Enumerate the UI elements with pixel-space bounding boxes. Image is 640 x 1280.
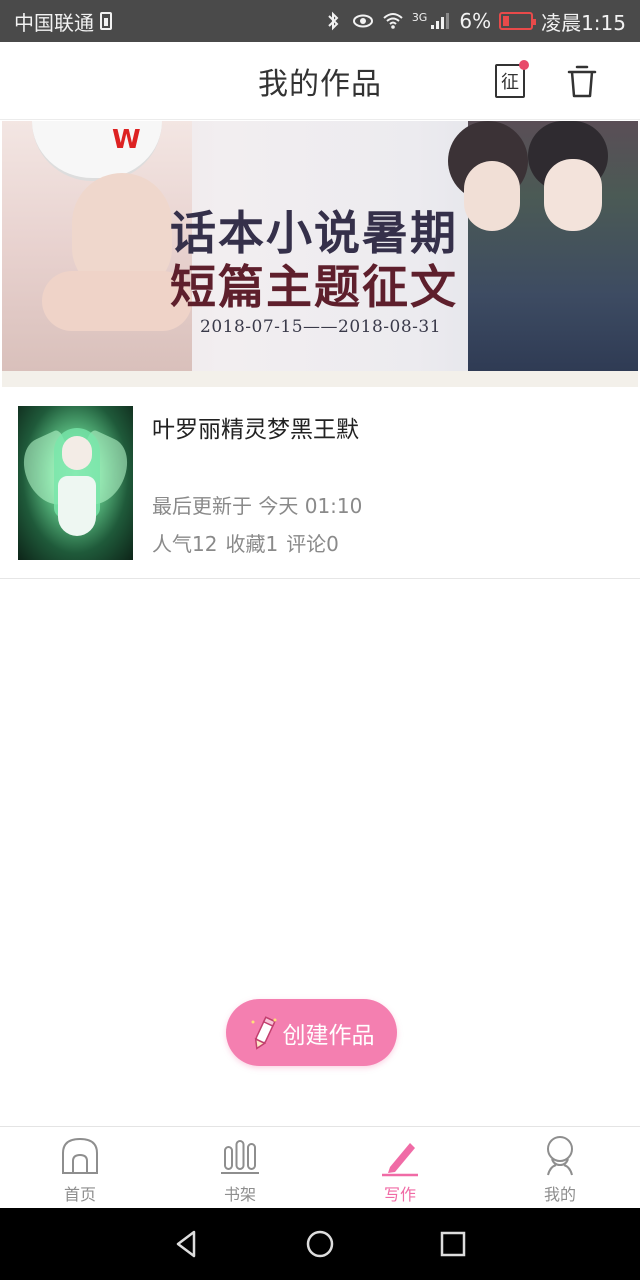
bookshelf-icon <box>221 1140 259 1174</box>
work-cover[interactable] <box>18 406 133 560</box>
contest-icon: 征 <box>495 60 529 98</box>
banner-date-range: 2018-07-15——2018-08-31 <box>200 317 442 337</box>
trash-button[interactable] <box>564 62 600 100</box>
create-work-button[interactable]: 创建作品 <box>226 999 397 1066</box>
carrier-name: 中国联通 <box>14 10 94 35</box>
create-work-label: 创建作品 <box>282 1022 375 1049</box>
write-pencil-icon <box>382 1143 418 1177</box>
work-popularity: 人气12 <box>152 532 218 556</box>
work-list-item[interactable]: 叶罗丽精灵梦黑王默 最后更新于 今天 01:10 人气12 收藏1 评论0 <box>0 388 640 579</box>
banner-subtitle: 短篇主题征文 <box>170 260 458 314</box>
tab-home[interactable]: 首页 <box>0 1127 160 1208</box>
battery-icon <box>499 12 537 30</box>
tab-write-label: 写作 <box>383 1185 416 1204</box>
banner-divider <box>2 371 638 387</box>
tab-profile-label: 我的 <box>543 1185 576 1204</box>
system-nav-bar <box>0 1208 640 1280</box>
home-circle-icon[interactable] <box>305 1229 335 1259</box>
back-icon[interactable] <box>172 1229 202 1259</box>
tab-home-label: 首页 <box>63 1185 96 1204</box>
work-title: 叶罗丽精灵梦黑王默 <box>152 417 359 443</box>
profile-icon <box>547 1136 573 1176</box>
bottom-tab-bar: 首页 书架 写作 我的 <box>0 1126 640 1208</box>
bluetooth-icon <box>328 11 339 31</box>
work-last-updated: 最后更新于 今天 01:10 <box>152 494 363 518</box>
wifi-icon <box>383 13 403 29</box>
sim-alert-icon <box>100 12 112 30</box>
tab-write[interactable]: 写作 <box>320 1127 480 1208</box>
status-bar: 中国联通 3G 6% 凌晨1:15 <box>0 0 640 42</box>
cover-face <box>62 436 92 470</box>
cover-dress <box>58 476 96 536</box>
pencil-icon <box>251 1015 276 1050</box>
clock: 凌晨1:15 <box>541 10 626 35</box>
banner-illustration-face <box>464 161 520 231</box>
cell-signal-icon <box>431 13 450 29</box>
network-type: 3G <box>411 10 428 24</box>
notification-dot <box>519 60 529 70</box>
contest-banner[interactable]: W 话本小说暑期 短篇主题征文 2018-07-15——2018-08-31 <box>2 121 638 371</box>
tab-bookshelf-label: 书架 <box>223 1185 256 1204</box>
trash-icon <box>567 65 597 98</box>
recents-square-icon[interactable] <box>438 1229 468 1259</box>
work-stats: 人气12 收藏1 评论0 <box>152 528 339 557</box>
app-header: 我的作品 征 <box>0 42 640 120</box>
banner-cap-logo: W <box>112 125 141 155</box>
home-icon <box>62 1137 98 1174</box>
banner-illustration-face <box>544 159 602 231</box>
work-comments: 评论0 <box>286 532 339 556</box>
work-favorites: 收藏1 <box>225 532 279 556</box>
page-title: 我的作品 <box>258 66 382 102</box>
contest-icon-char: 征 <box>501 72 519 93</box>
battery-percent: 6% <box>459 9 492 33</box>
eye-comfort-icon <box>352 14 373 28</box>
contest-button[interactable]: 征 <box>492 60 529 100</box>
tab-bookshelf[interactable]: 书架 <box>160 1127 320 1208</box>
tab-profile[interactable]: 我的 <box>480 1127 640 1208</box>
